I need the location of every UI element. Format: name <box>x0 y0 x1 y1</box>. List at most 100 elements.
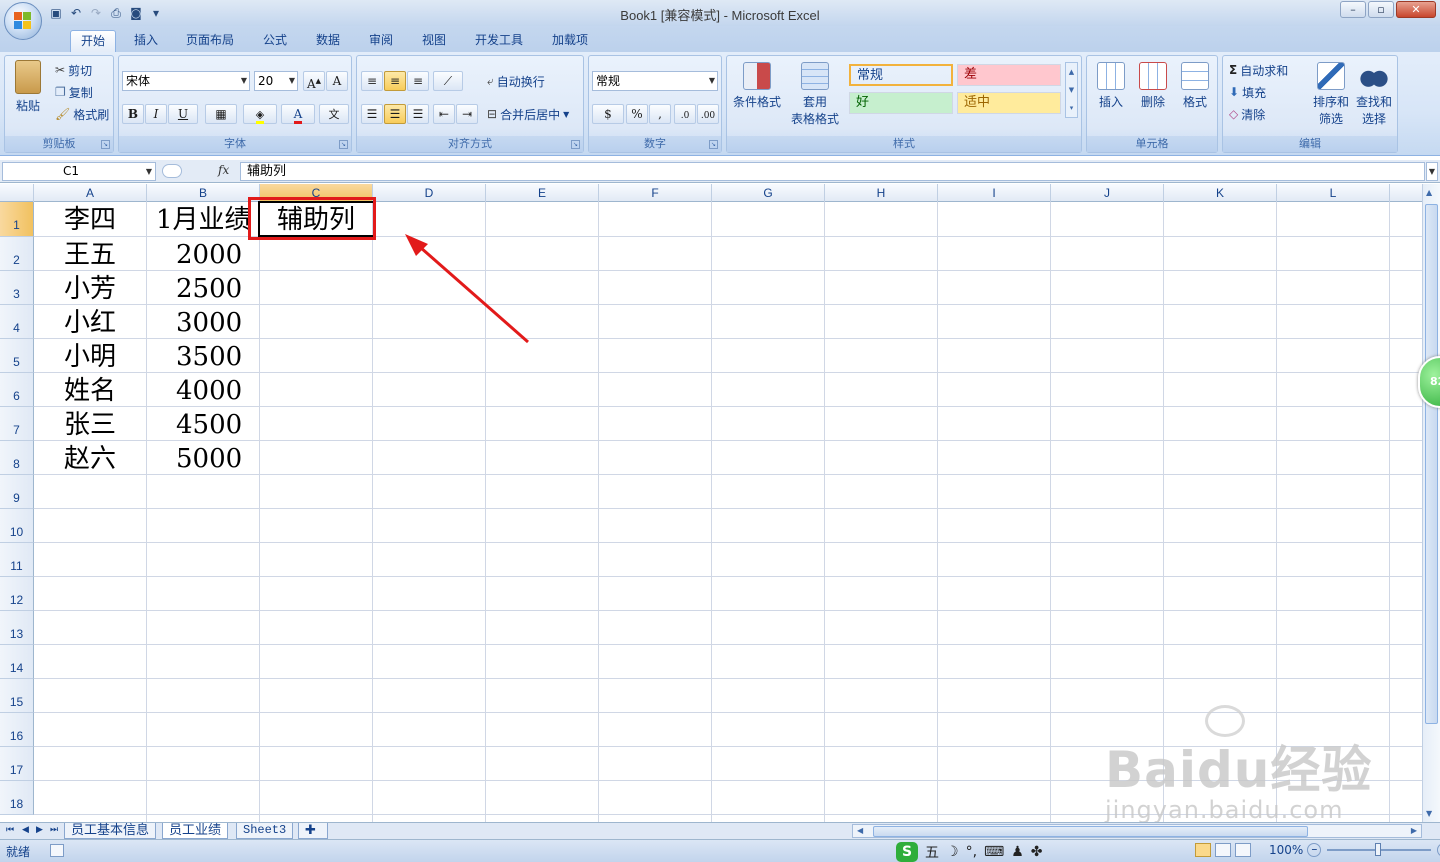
close-button[interactable]: ✕ <box>1396 1 1436 18</box>
cell-B6[interactable]: 4000 <box>176 373 242 407</box>
column-header-D[interactable]: D <box>373 184 486 202</box>
tab-page-layout[interactable]: 页面布局 <box>176 30 244 52</box>
column-header-G[interactable]: G <box>712 184 825 202</box>
row-header-7[interactable]: 7 <box>0 407 34 441</box>
row-header-3[interactable]: 3 <box>0 271 34 305</box>
align-center-button[interactable]: ☰ <box>384 104 406 124</box>
column-header-H[interactable]: H <box>825 184 938 202</box>
formula-input[interactable]: 辅助列 <box>240 162 1425 181</box>
cell-A5[interactable]: 小明 <box>64 339 116 373</box>
cell-B5[interactable]: 3500 <box>176 339 242 373</box>
increase-indent-button[interactable]: ⇥ <box>456 104 478 124</box>
vertical-scroll-thumb[interactable] <box>1425 204 1438 724</box>
align-top-button[interactable]: ≡ <box>361 71 383 91</box>
row-header-10[interactable]: 10 <box>0 509 34 543</box>
toolbox-icon[interactable]: ✤ <box>1031 844 1043 860</box>
cell-B1[interactable]: 1月业绩 <box>156 202 251 236</box>
fill-color-button[interactable]: ◈ <box>243 104 277 124</box>
insert-cells-button[interactable]: 插入 <box>1091 62 1131 110</box>
vertical-scrollbar[interactable]: ▲ ▼ <box>1422 184 1440 822</box>
tab-data[interactable]: 数据 <box>306 30 350 52</box>
scroll-down-icon[interactable]: ▼ <box>1426 809 1432 818</box>
row-header-17[interactable]: 17 <box>0 747 34 781</box>
column-header-F[interactable]: F <box>599 184 712 202</box>
align-bottom-button[interactable]: ≡ <box>407 71 429 91</box>
formula-expand-icon[interactable]: ▼ <box>1426 162 1438 181</box>
horizontal-scroll-thumb[interactable] <box>873 826 1308 837</box>
align-left-button[interactable]: ☰ <box>361 104 383 124</box>
cell-B8[interactable]: 5000 <box>176 441 242 475</box>
normal-view-icon[interactable] <box>1195 843 1211 857</box>
prev-sheet-icon[interactable]: ◀ <box>22 823 29 838</box>
row-header-12[interactable]: 12 <box>0 577 34 611</box>
grow-font-button[interactable]: A▲ <box>303 71 325 91</box>
column-header-A[interactable]: A <box>34 184 147 202</box>
sort-filter-button[interactable]: 排序和 筛选 <box>1311 62 1351 127</box>
tab-addins[interactable]: 加载项 <box>542 30 598 52</box>
cell-A7[interactable]: 张三 <box>64 407 116 441</box>
row-header-4[interactable]: 4 <box>0 305 34 339</box>
align-middle-button[interactable]: ≡ <box>384 71 406 91</box>
cell-A2[interactable]: 王五 <box>64 237 116 271</box>
row-header-9[interactable]: 9 <box>0 475 34 509</box>
tab-insert[interactable]: 插入 <box>124 30 168 52</box>
cell-A6[interactable]: 姓名 <box>64 373 116 407</box>
office-button[interactable] <box>4 2 42 40</box>
format-as-table-button[interactable]: 套用 表格格式 <box>783 62 847 127</box>
minimize-button[interactable]: – <box>1340 1 1366 18</box>
row-header-18[interactable]: 18 <box>0 781 34 815</box>
format-painter-button[interactable]: 🖌 格式刷 <box>55 104 109 124</box>
cell-A4[interactable]: 小红 <box>64 305 116 339</box>
cell-A1[interactable]: 李四 <box>64 202 116 236</box>
row-header-11[interactable]: 11 <box>0 543 34 577</box>
shrink-font-button[interactable]: A <box>326 71 348 91</box>
fill-button[interactable]: ⬇ 填充 <box>1229 82 1266 102</box>
font-size-select[interactable]: 20 ▼ <box>254 71 298 91</box>
tab-developer[interactable]: 开发工具 <box>465 30 533 52</box>
italic-button[interactable]: I <box>145 104 167 124</box>
next-sheet-icon[interactable]: ▶ <box>36 823 43 838</box>
row-header-14[interactable]: 14 <box>0 645 34 679</box>
zoom-level[interactable]: 100% <box>1269 843 1303 857</box>
decrease-indent-button[interactable]: ⇤ <box>433 104 455 124</box>
clipboard-launcher-icon[interactable]: ↘ <box>101 140 110 149</box>
style-good[interactable]: 好 <box>849 92 953 114</box>
column-header-E[interactable]: E <box>486 184 599 202</box>
cell-A8[interactable]: 赵六 <box>64 441 116 475</box>
cell-B4[interactable]: 3000 <box>176 305 242 339</box>
column-header-L[interactable]: L <box>1277 184 1390 202</box>
paste-button[interactable]: 粘贴 <box>11 60 45 114</box>
user-icon[interactable]: ♟ <box>1011 844 1024 860</box>
row-header-13[interactable]: 13 <box>0 611 34 645</box>
orientation-button[interactable]: ⟋ <box>433 71 463 91</box>
tab-home[interactable]: 开始 <box>70 30 117 52</box>
tab-review[interactable]: 审阅 <box>359 30 403 52</box>
page-break-view-icon[interactable] <box>1235 843 1251 857</box>
conditional-format-button[interactable]: 条件格式 <box>729 62 785 110</box>
border-button[interactable]: ▦ <box>205 104 237 124</box>
style-bad[interactable]: 差 <box>957 64 1061 86</box>
column-header-K[interactable]: K <box>1164 184 1277 202</box>
sheet-tab-3[interactable]: Sheet3 <box>236 823 294 839</box>
page-layout-view-icon[interactable] <box>1215 843 1231 857</box>
insert-sheet-button[interactable]: ✚ <box>298 823 328 839</box>
currency-button[interactable]: $ <box>592 104 624 124</box>
cell-B3[interactable]: 2500 <box>176 271 242 305</box>
alignment-launcher-icon[interactable]: ↘ <box>571 140 580 149</box>
sheet-tab-2[interactable]: 员工业绩 <box>162 823 229 839</box>
horizontal-scrollbar[interactable]: ◀ ▶ <box>852 824 1422 838</box>
underline-button[interactable]: U <box>168 104 198 124</box>
scroll-left-icon[interactable]: ◀ <box>857 825 863 837</box>
first-sheet-icon[interactable]: ⏮ <box>6 823 14 838</box>
font-name-select[interactable]: 宋体 ▼ <box>122 71 250 91</box>
column-header-B[interactable]: B <box>147 184 260 202</box>
sheet-tab-1[interactable]: 员工基本信息 <box>64 823 157 839</box>
cell-B2[interactable]: 2000 <box>176 237 242 271</box>
cell-B7[interactable]: 4500 <box>176 407 242 441</box>
select-all-button[interactable] <box>0 184 34 202</box>
zoom-slider[interactable] <box>1327 843 1432 856</box>
font-color-button[interactable]: A <box>281 104 315 124</box>
style-neutral[interactable]: 适中 <box>957 92 1061 114</box>
style-normal[interactable]: 常规 <box>849 64 953 86</box>
merge-center-button[interactable]: ⊟ 合并后居中 ▼ <box>487 104 569 124</box>
